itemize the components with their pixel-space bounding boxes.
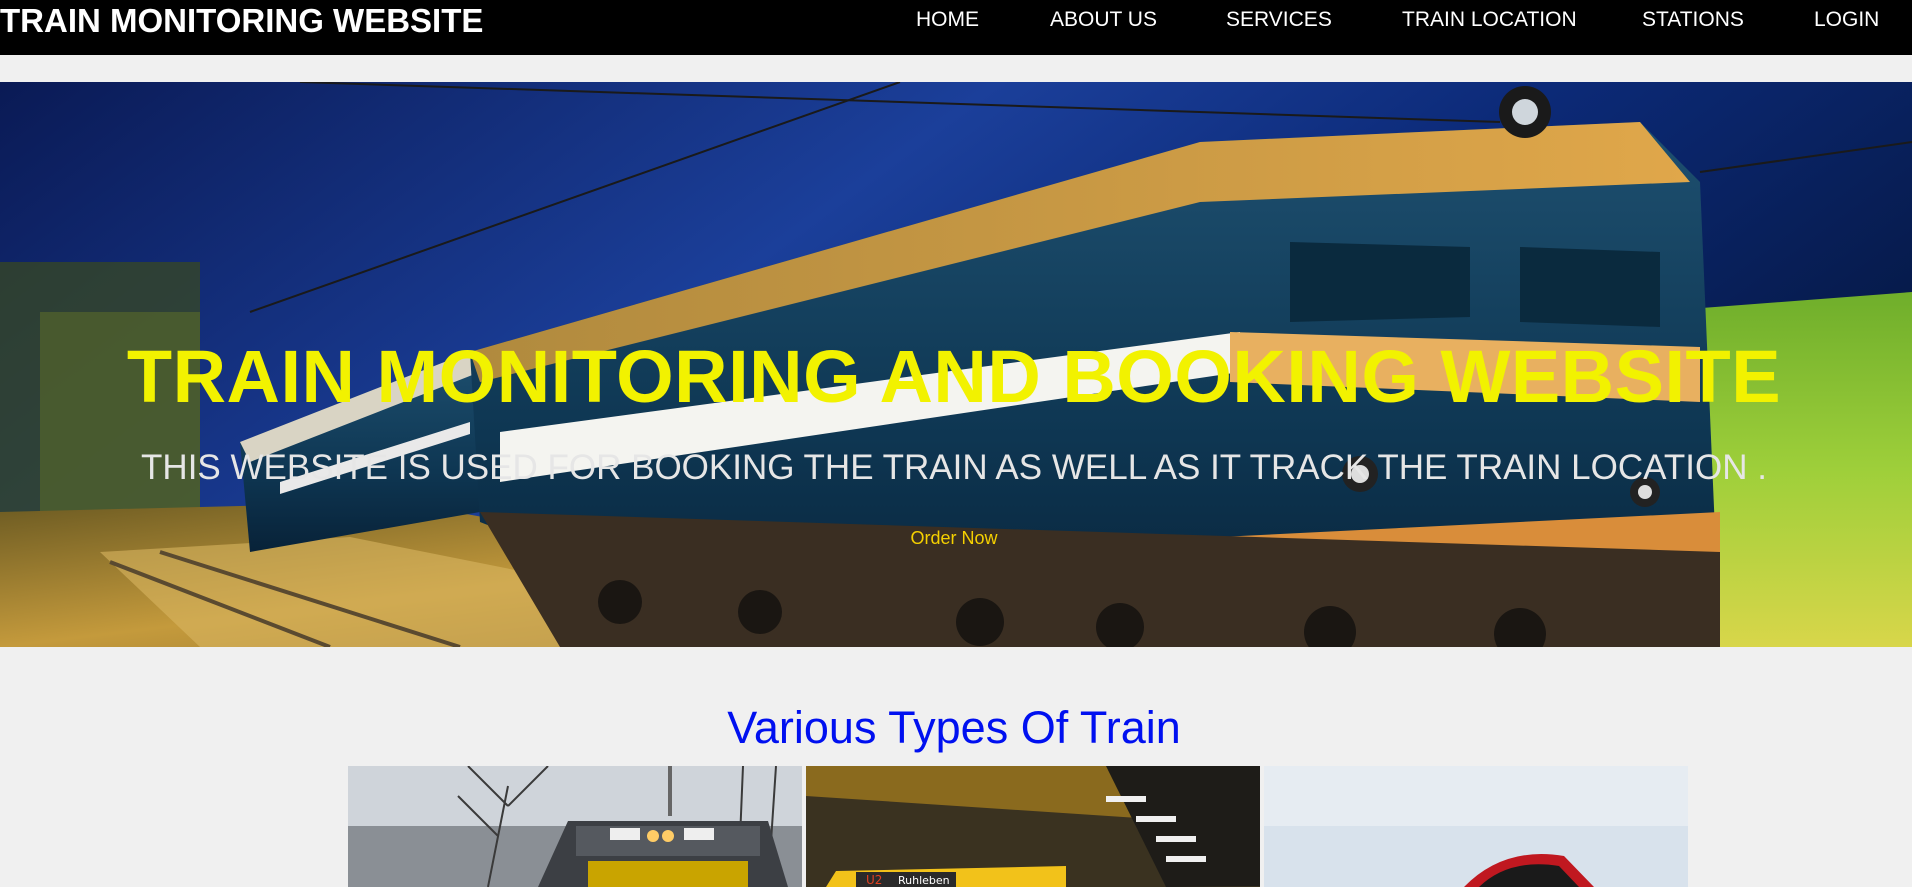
train-card-bullet[interactable] xyxy=(1264,766,1688,887)
section-title: Various Types Of Train xyxy=(727,702,1181,753)
diesel-train-photo-icon xyxy=(348,766,802,887)
nav-services[interactable]: SERVICES xyxy=(1226,9,1332,31)
train-card-metro[interactable]: U2 Ruhleben xyxy=(806,766,1260,887)
hero-subtitle: THIS WEBSITE IS USED FOR BOOKING THE TRA… xyxy=(141,448,1767,487)
hero-title: TRAIN MONITORING AND BOOKING WEBSITE xyxy=(126,335,1782,418)
order-now-link[interactable]: Order Now xyxy=(0,528,1908,548)
hero-banner: TRAIN MONITORING AND BOOKING WEBSITE THI… xyxy=(0,82,1912,647)
metro-train-photo-icon: U2 Ruhleben xyxy=(806,766,1260,887)
nav-train-location[interactable]: TRAIN LOCATION xyxy=(1402,9,1577,31)
metro-line-label: U2 xyxy=(866,873,882,887)
nav-stations[interactable]: STATIONS xyxy=(1642,9,1744,31)
navbar: TRAIN MONITORING WEBSITE HOME ABOUT US S… xyxy=(0,0,1912,55)
site-brand[interactable]: TRAIN MONITORING WEBSITE xyxy=(0,3,483,39)
nav-about-us[interactable]: ABOUT US xyxy=(1050,9,1157,31)
nav-login[interactable]: LOGIN xyxy=(1814,9,1879,31)
train-card-diesel[interactable]: 7565 xyxy=(348,766,802,887)
metro-destination-label: Ruhleben xyxy=(898,874,950,887)
bullet-train-photo-icon xyxy=(1264,766,1688,887)
nav-home[interactable]: HOME xyxy=(916,9,979,31)
